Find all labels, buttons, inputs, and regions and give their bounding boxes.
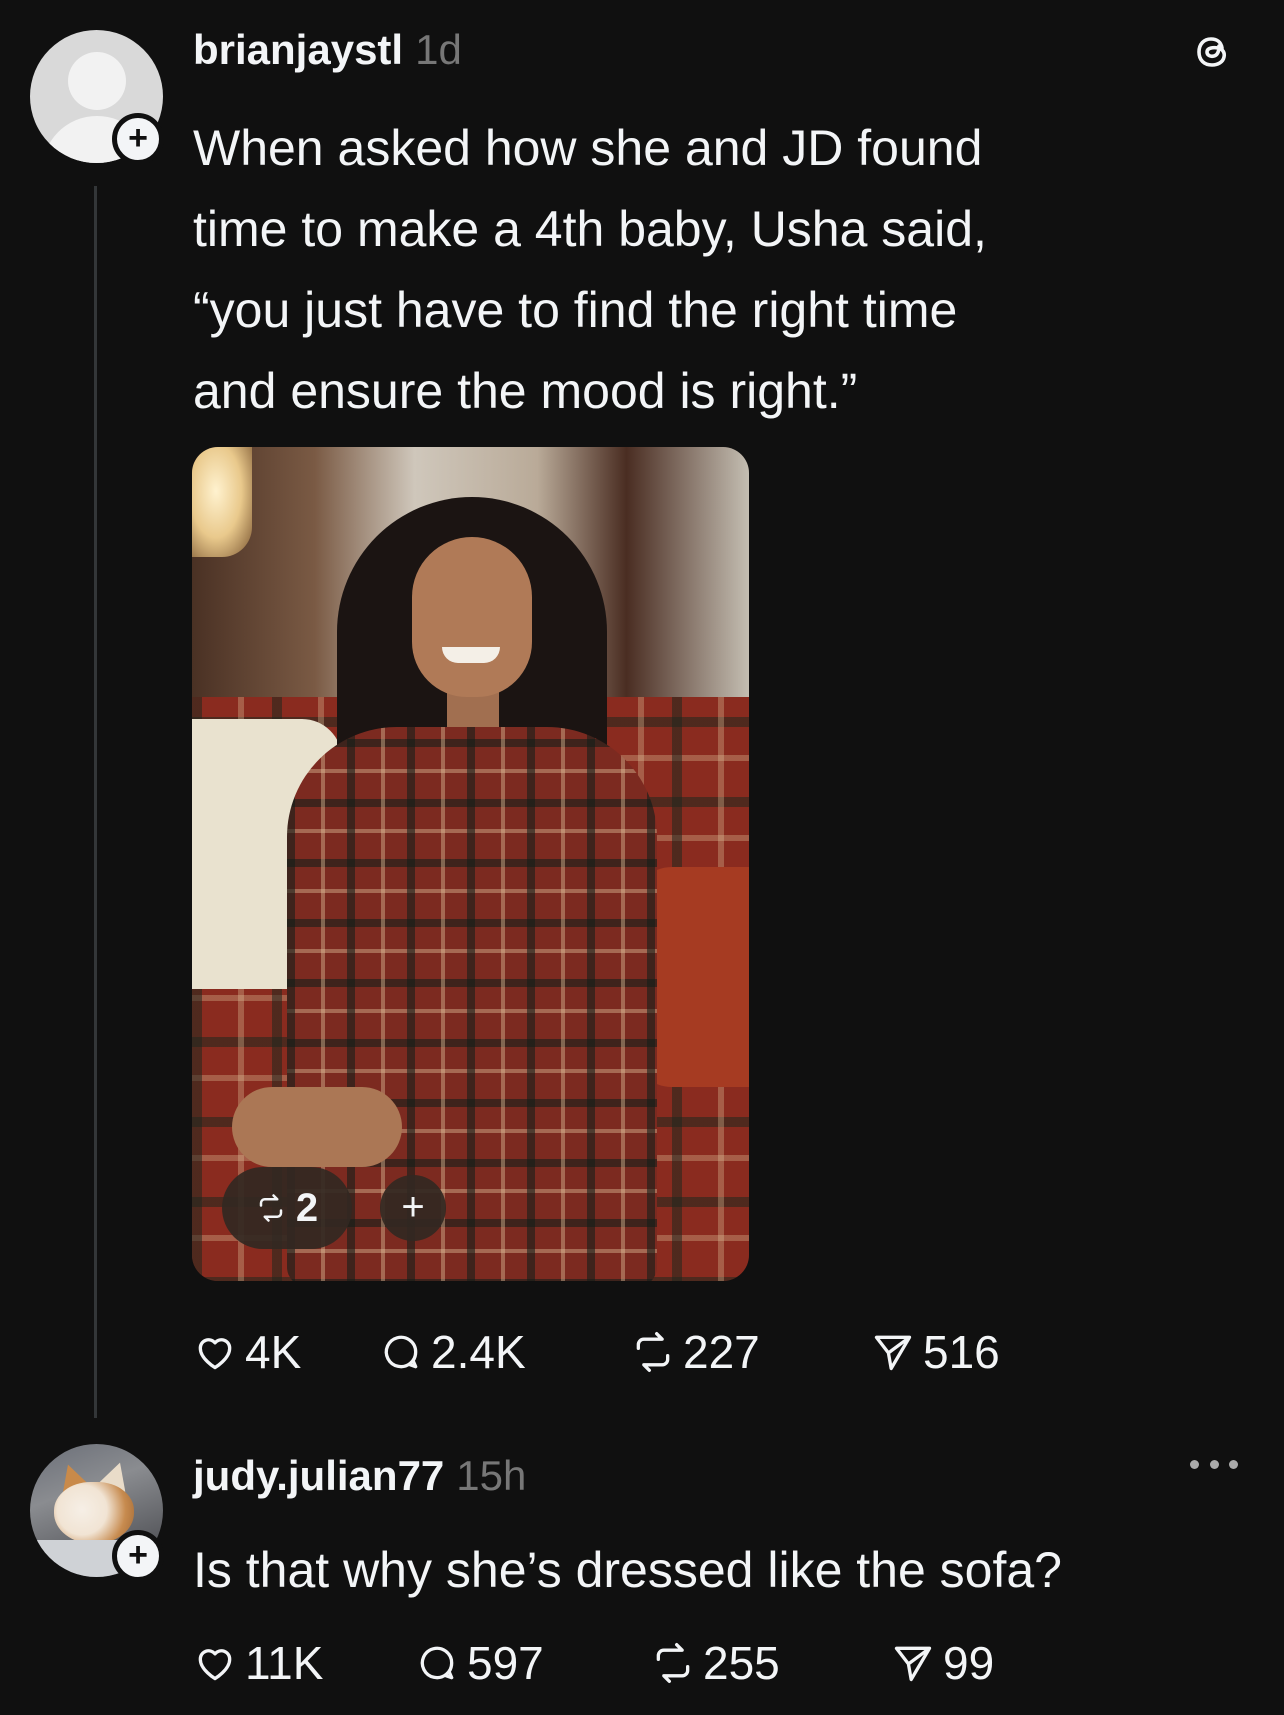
reply-reply-button[interactable]: 597: [415, 1636, 651, 1690]
repost-icon: [259, 1194, 283, 1222]
reply-header: judy.julian77 15h: [193, 1452, 526, 1500]
reply-count: 2.4K: [431, 1326, 526, 1378]
post-text-line: When asked how she and JD found: [193, 120, 983, 176]
author-username[interactable]: brianjaystl: [193, 26, 403, 73]
threads-logo-icon[interactable]: [1188, 28, 1236, 76]
heart-icon: [198, 1338, 232, 1370]
post-time: 1d: [415, 26, 462, 73]
reply-username[interactable]: judy.julian77: [193, 1452, 444, 1499]
send-icon: [894, 1646, 932, 1682]
post-text-line: time to make a 4th baby, Usha said,: [193, 201, 987, 257]
image-lamp: [192, 447, 252, 557]
thread-line: [94, 186, 97, 1418]
reply-share-count: 99: [943, 1637, 995, 1689]
like-count: 4K: [245, 1326, 302, 1378]
comment-icon: [420, 1646, 454, 1680]
more-dot: [1190, 1460, 1199, 1469]
more-icon[interactable]: [1190, 1460, 1238, 1474]
reply-action-bar: 11K 597 255 99: [193, 1636, 994, 1690]
reply-share-button[interactable]: 99: [891, 1636, 994, 1690]
reply-repost-button[interactable]: 255: [651, 1636, 891, 1690]
image-repost-count: 2: [295, 1185, 319, 1230]
avatar-head-shape: [68, 52, 126, 110]
send-icon: [874, 1335, 912, 1371]
post-text-line: and ensure the mood is right.”: [193, 363, 858, 419]
share-button[interactable]: 516: [871, 1325, 1000, 1379]
share-count: 516: [923, 1326, 1000, 1378]
like-button[interactable]: 4K: [193, 1325, 379, 1379]
repost-icon: [636, 1332, 670, 1372]
post-action-bar: 4K 2.4K 227 516: [193, 1325, 1000, 1379]
follow-author-button[interactable]: +: [112, 113, 164, 165]
image-person-hands: [232, 1087, 402, 1167]
reply-like-button[interactable]: 11K: [193, 1636, 415, 1690]
post-text-line: “you just have to find the right time: [193, 282, 958, 338]
image-repost-button[interactable]: 2: [222, 1167, 352, 1249]
reply-reply-count: 597: [467, 1637, 544, 1689]
comment-icon: [384, 1335, 418, 1369]
more-dot: [1209, 1460, 1219, 1469]
follow-reply-author-button[interactable]: +: [112, 1530, 164, 1582]
reply-button[interactable]: 2.4K: [379, 1325, 631, 1379]
repost-button[interactable]: 227: [631, 1325, 871, 1379]
image-person-smile: [442, 647, 500, 663]
reply-text: Is that why she’s dressed like the sofa?: [193, 1542, 1062, 1598]
reply-like-count: 11K: [245, 1637, 324, 1689]
post-image[interactable]: 2 +: [192, 447, 749, 1281]
repost-count: 227: [683, 1326, 760, 1378]
more-dot: [1229, 1460, 1238, 1469]
reply-time: 15h: [456, 1452, 527, 1499]
post-text: When asked how she and JD found time to …: [193, 108, 1193, 432]
post-header: brianjaystl 1d: [193, 26, 462, 74]
heart-icon: [198, 1649, 232, 1681]
reply-repost-count: 255: [703, 1637, 780, 1689]
image-person-face: [412, 537, 532, 697]
repost-icon: [656, 1643, 690, 1683]
image-add-button[interactable]: +: [380, 1175, 446, 1241]
